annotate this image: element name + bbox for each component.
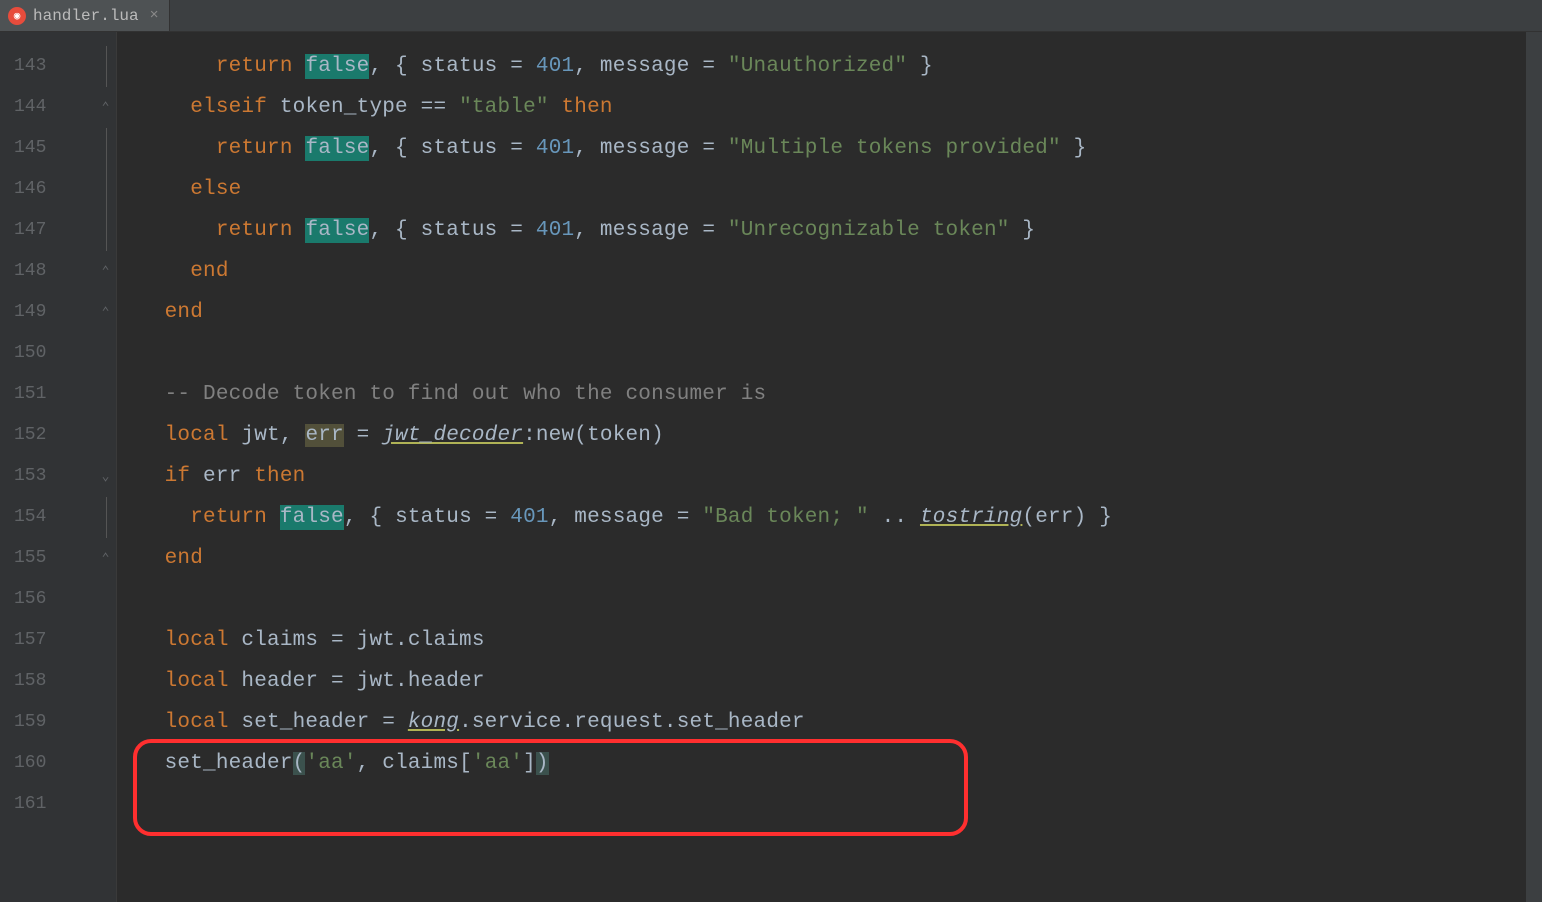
code-line: local jwt, err = jwt_decoder:new(token) xyxy=(139,415,1526,456)
code-line: set_header('aa', claims['aa']) xyxy=(139,743,1526,784)
code-line: local header = jwt.header xyxy=(139,661,1526,702)
code-line xyxy=(139,579,1526,620)
line-number: 155 xyxy=(0,538,95,579)
file-tab[interactable]: ◉ handler.lua × xyxy=(0,0,170,31)
line-number: 147 xyxy=(0,210,95,251)
editor[interactable]: 143 144 145 146 147 148 149 150 151 152 … xyxy=(0,32,1542,902)
close-icon[interactable]: × xyxy=(150,7,159,24)
code-line: end xyxy=(139,538,1526,579)
line-number: 160 xyxy=(0,743,95,784)
code-line: return false, { status = 401, message = … xyxy=(139,128,1526,169)
line-number: 150 xyxy=(0,333,95,374)
line-number: 159 xyxy=(0,702,95,743)
line-number: 143 xyxy=(0,46,95,87)
line-number: 154 xyxy=(0,497,95,538)
code-content[interactable]: return false, { status = 401, message = … xyxy=(117,32,1526,902)
line-number: 161 xyxy=(0,784,95,825)
fold-guide xyxy=(95,169,116,210)
fold-guide xyxy=(95,661,116,702)
fold-end-icon[interactable]: ⌃ xyxy=(95,87,116,128)
line-number: 156 xyxy=(0,579,95,620)
lua-file-icon: ◉ xyxy=(8,7,26,25)
line-number: 158 xyxy=(0,661,95,702)
line-number: 146 xyxy=(0,169,95,210)
fold-end-icon[interactable]: ⌃ xyxy=(95,292,116,333)
code-line: elseif token_type == "table" then xyxy=(139,87,1526,128)
fold-gutter: ⌃ ⌃ ⌃ ⌄ ⌃ xyxy=(95,32,117,902)
line-number-gutter: 143 144 145 146 147 148 149 150 151 152 … xyxy=(0,32,95,902)
code-line: local set_header = kong.service.request.… xyxy=(139,702,1526,743)
code-line: else xyxy=(139,169,1526,210)
code-line xyxy=(139,333,1526,374)
line-number: 153 xyxy=(0,456,95,497)
fold-guide xyxy=(95,497,116,538)
line-number: 144 xyxy=(0,87,95,128)
code-line: local claims = jwt.claims xyxy=(139,620,1526,661)
fold-guide xyxy=(95,46,116,87)
code-line: return false, { status = 401, message = … xyxy=(139,497,1526,538)
code-line: -- Decode token to find out who the cons… xyxy=(139,374,1526,415)
fold-end-icon[interactable]: ⌃ xyxy=(95,538,116,579)
code-line: if err then xyxy=(139,456,1526,497)
code-line: end xyxy=(139,292,1526,333)
tab-bar: ◉ handler.lua × xyxy=(0,0,1542,32)
code-line xyxy=(139,784,1526,825)
fold-guide xyxy=(95,333,116,374)
fold-start-icon[interactable]: ⌄ xyxy=(95,456,116,497)
fold-guide xyxy=(95,784,116,825)
code-line: return false, { status = 401, message = … xyxy=(139,210,1526,251)
fold-guide xyxy=(95,415,116,456)
line-number: 151 xyxy=(0,374,95,415)
fold-guide xyxy=(95,210,116,251)
line-number: 145 xyxy=(0,128,95,169)
line-number: 148 xyxy=(0,251,95,292)
tab-label: handler.lua xyxy=(33,7,139,25)
line-number: 157 xyxy=(0,620,95,661)
fold-guide xyxy=(95,579,116,620)
fold-guide xyxy=(95,374,116,415)
line-number: 152 xyxy=(0,415,95,456)
fold-end-icon[interactable]: ⌃ xyxy=(95,251,116,292)
line-number: 149 xyxy=(0,292,95,333)
fold-guide xyxy=(95,128,116,169)
code-line: end xyxy=(139,251,1526,292)
fold-guide xyxy=(95,620,116,661)
fold-guide xyxy=(95,743,116,784)
vertical-scrollbar[interactable] xyxy=(1526,32,1542,902)
code-line: return false, { status = 401, message = … xyxy=(139,46,1526,87)
fold-guide xyxy=(95,702,116,743)
